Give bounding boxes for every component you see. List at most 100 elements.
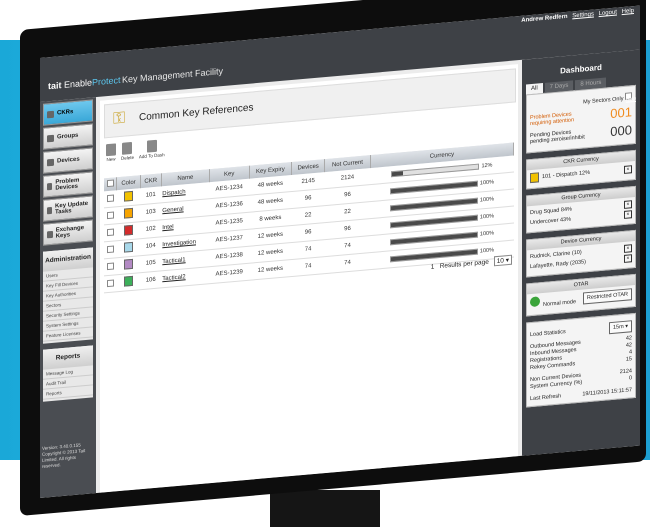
brand-enable: Enable	[64, 77, 93, 90]
nav-ckrs[interactable]: CKRs	[43, 99, 93, 126]
new-button[interactable]: New	[106, 143, 116, 162]
row-checkbox[interactable]	[106, 279, 114, 287]
admin-section: Administration Users Key Fill Devices Ke…	[43, 247, 93, 344]
row-checkbox-cell[interactable]	[104, 257, 117, 276]
currency-fill	[390, 181, 477, 194]
group-currency-label: Undercover 43%	[530, 216, 571, 227]
row-checkbox[interactable]	[106, 211, 114, 219]
color-swatch	[123, 258, 133, 270]
color-cell	[116, 204, 141, 224]
row-checkbox[interactable]	[106, 194, 114, 202]
currency-percent: 100%	[479, 247, 494, 255]
nav-label: Key Update Tasks	[55, 200, 89, 216]
select-all-checkbox[interactable]	[106, 179, 114, 188]
delete-button[interactable]: Delete	[120, 141, 134, 161]
close-icon[interactable]: ×	[624, 200, 632, 209]
color-swatch	[530, 172, 539, 184]
status-dot-icon	[530, 296, 540, 308]
color-swatch	[123, 190, 133, 202]
currency-fill	[392, 170, 403, 176]
row-checkbox[interactable]	[106, 228, 114, 236]
dashboard-help-link[interactable]: Help	[626, 96, 636, 103]
last-refresh-label: Last Refresh	[530, 393, 562, 403]
row-checkbox-cell[interactable]	[104, 240, 117, 259]
summary-panel: My Sectors Only Problem Devices requirin…	[526, 84, 636, 154]
currency-percent: 100%	[479, 213, 494, 221]
ckr-cell: 103	[140, 202, 162, 222]
currency-bar	[389, 197, 478, 212]
currency-fill	[390, 198, 477, 211]
add-to-dash-button[interactable]: Add To Dash	[139, 139, 165, 159]
pin-icon	[146, 139, 157, 153]
nav-groups[interactable]: Groups	[43, 123, 93, 150]
nav-devices[interactable]: Devices	[43, 147, 93, 174]
pending-devices-count: 000	[610, 122, 632, 140]
group-currency-panel: Group Currency Drug Squad 84% × Undercove…	[526, 185, 636, 234]
currency-fill	[390, 232, 477, 245]
tab-all[interactable]: All	[526, 83, 543, 95]
exchange-icon	[47, 230, 53, 238]
settings-link[interactable]: Settings	[572, 12, 594, 20]
close-icon[interactable]: ×	[624, 210, 632, 219]
nav-label: Problem Devices	[55, 177, 80, 192]
row-checkbox-cell[interactable]	[104, 190, 117, 208]
row-checkbox-cell[interactable]	[104, 274, 117, 293]
monitor-stand	[270, 490, 380, 527]
color-swatch	[123, 241, 133, 253]
help-link[interactable]: Help	[622, 8, 634, 15]
results-per-page-select[interactable]: 10 ▾	[493, 254, 512, 267]
stat-value: 42	[625, 342, 632, 349]
logout-link[interactable]: Logout	[599, 10, 617, 18]
pending-devices-label: Pending Devices pending zeroise/inhibit	[530, 129, 585, 145]
page-number[interactable]: 1	[431, 264, 435, 271]
row-checkbox-cell[interactable]	[104, 206, 117, 225]
key-cell: AES-1239	[209, 263, 249, 284]
restricted-otar-button[interactable]: Restricted OTAR	[582, 288, 632, 305]
version-info: Version: 3.40.0.155 Copyright © 2013 Tai…	[42, 442, 86, 469]
ckr-cell: 101	[140, 186, 162, 205]
brand-logo: tait EnableProtect	[48, 75, 121, 91]
color-swatch	[123, 207, 133, 219]
left-nav: CKRs Groups Devices Problem Devices Key …	[40, 97, 96, 498]
add-to-dash-label: Add To Dash	[138, 152, 165, 160]
currency-fill	[390, 215, 477, 228]
row-checkbox[interactable]	[106, 262, 114, 270]
color-cell	[116, 221, 141, 241]
key-icon: ⚿	[113, 109, 126, 128]
system-currency-value: 0	[628, 375, 632, 382]
per-page-value: 10	[496, 257, 504, 266]
ckr-cell: 104	[140, 236, 162, 256]
app-screen: tait EnableProtect Key Management Facili…	[40, 5, 640, 498]
load-stats-panel: Load Statistics 15m ▾ Outbound Messages 42…	[526, 312, 636, 408]
groups-icon	[47, 134, 54, 142]
ckr-name-link[interactable]: Tactical2	[161, 266, 210, 288]
close-icon[interactable]: ×	[624, 244, 632, 253]
close-icon[interactable]: ×	[624, 254, 632, 263]
nav-problem-devices[interactable]: Problem Devices	[43, 171, 93, 198]
toolbar: New Delete Add To Dash	[106, 137, 186, 172]
nav-key-update-tasks[interactable]: Key Update Tasks	[43, 195, 93, 222]
load-stats-label: Load Statistics	[530, 329, 566, 339]
dashboard: Help Dashboard All 7 Days 8 Hours My Sec…	[522, 49, 640, 456]
delete-label: Delete	[120, 154, 134, 161]
main-panel: ⚿ Common Key References New Delete Add T…	[100, 64, 518, 493]
group-currency-label: Drug Squad 84%	[530, 206, 572, 217]
currency-bar	[389, 231, 478, 246]
trash-icon	[122, 141, 133, 155]
close-icon[interactable]: ×	[624, 165, 632, 174]
tasks-icon	[47, 206, 53, 214]
color-swatch	[123, 224, 133, 236]
currency-percent: 100%	[479, 179, 494, 187]
currency-percent: 100%	[479, 230, 494, 238]
brand-tait: tait	[48, 80, 62, 92]
nav-label: Devices	[57, 156, 80, 165]
nav-exchange-keys[interactable]: Exchange Keys	[43, 219, 93, 246]
interval-value: 15m	[613, 323, 624, 331]
row-checkbox-cell[interactable]	[104, 223, 117, 242]
radio-icon	[47, 158, 54, 166]
interval-select[interactable]: 15m ▾	[609, 320, 632, 335]
device-currency-panel: Device Currency Rudnick, Clarine (10) × L…	[526, 229, 636, 278]
row-checkbox[interactable]	[106, 245, 114, 253]
reports-section: Reports Message Log Audit Trail Reports	[43, 345, 93, 402]
select-all-header[interactable]	[104, 177, 117, 192]
